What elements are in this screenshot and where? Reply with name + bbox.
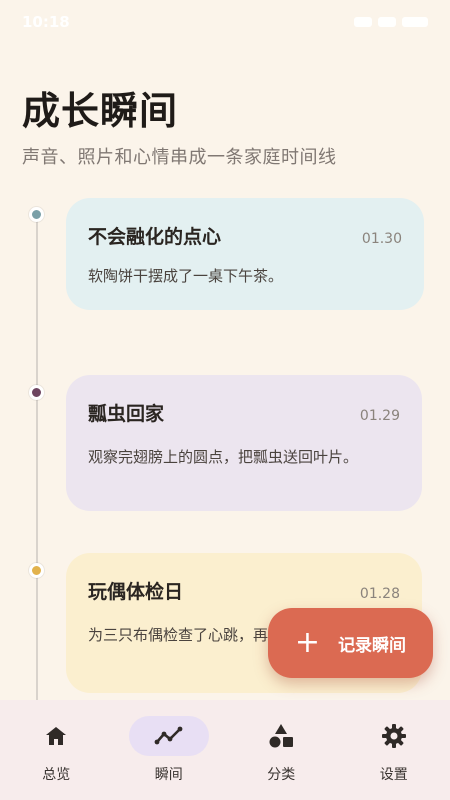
moment-card-2[interactable]: 瓢虫回家 01.29 观察完翅膀上的圆点，把瓢虫送回叶片。 — [66, 375, 422, 511]
signal-icon — [354, 17, 372, 27]
gear-icon — [381, 724, 406, 748]
nav-item-moments[interactable]: 瞬间 — [119, 716, 219, 784]
record-moment-label: 记录瞬间 — [338, 635, 407, 656]
timeline-dot-2 — [29, 385, 44, 400]
timeline-line — [36, 218, 38, 718]
moment-date: 01.28 — [359, 586, 400, 602]
nav-label: 分类 — [267, 767, 296, 783]
status-bar: 10:18 — [0, 0, 450, 44]
page-title: 成长瞬间 — [22, 89, 179, 133]
moment-title: 不会融化的点心 — [88, 226, 222, 248]
moment-title: 瓢虫回家 — [88, 403, 165, 425]
home-icon — [46, 727, 67, 745]
nav-item-overview[interactable]: 总览 — [6, 716, 106, 784]
nav-label: 设置 — [379, 767, 408, 783]
moment-body: 观察完翅膀上的圆点，把瓢虫送回叶片。 — [88, 448, 359, 466]
record-moment-button[interactable]: + 记录瞬间 — [268, 608, 433, 678]
nav-item-categories[interactable]: 分类 — [231, 716, 331, 784]
timeline-dot-1 — [29, 207, 44, 222]
nav-label: 瞬间 — [154, 767, 183, 783]
nav-item-settings[interactable]: 设置 — [344, 716, 444, 784]
status-time: 10:18 — [22, 13, 70, 31]
moment-title: 玩偶体检日 — [88, 581, 184, 603]
moment-card-1[interactable]: 不会融化的点心 01.30 软陶饼干摆成了一桌下午茶。 — [66, 198, 424, 310]
timeline-dot-3 — [29, 563, 44, 578]
shapes-icon — [269, 724, 294, 748]
nav-label: 总览 — [42, 767, 71, 783]
trend-icon — [154, 726, 183, 745]
moment-date: 01.30 — [361, 231, 402, 247]
battery-icon — [402, 17, 428, 27]
plus-icon: + — [294, 625, 321, 660]
bottom-nav: 总览 瞬间 分类 设置 — [0, 700, 450, 800]
page-subtitle: 声音、照片和心情串成一条家庭时间线 — [22, 147, 337, 168]
wifi-icon — [378, 17, 396, 27]
moment-date: 01.29 — [359, 408, 400, 424]
moment-body: 软陶饼干摆成了一桌下午茶。 — [88, 267, 284, 285]
status-icons — [354, 17, 428, 27]
